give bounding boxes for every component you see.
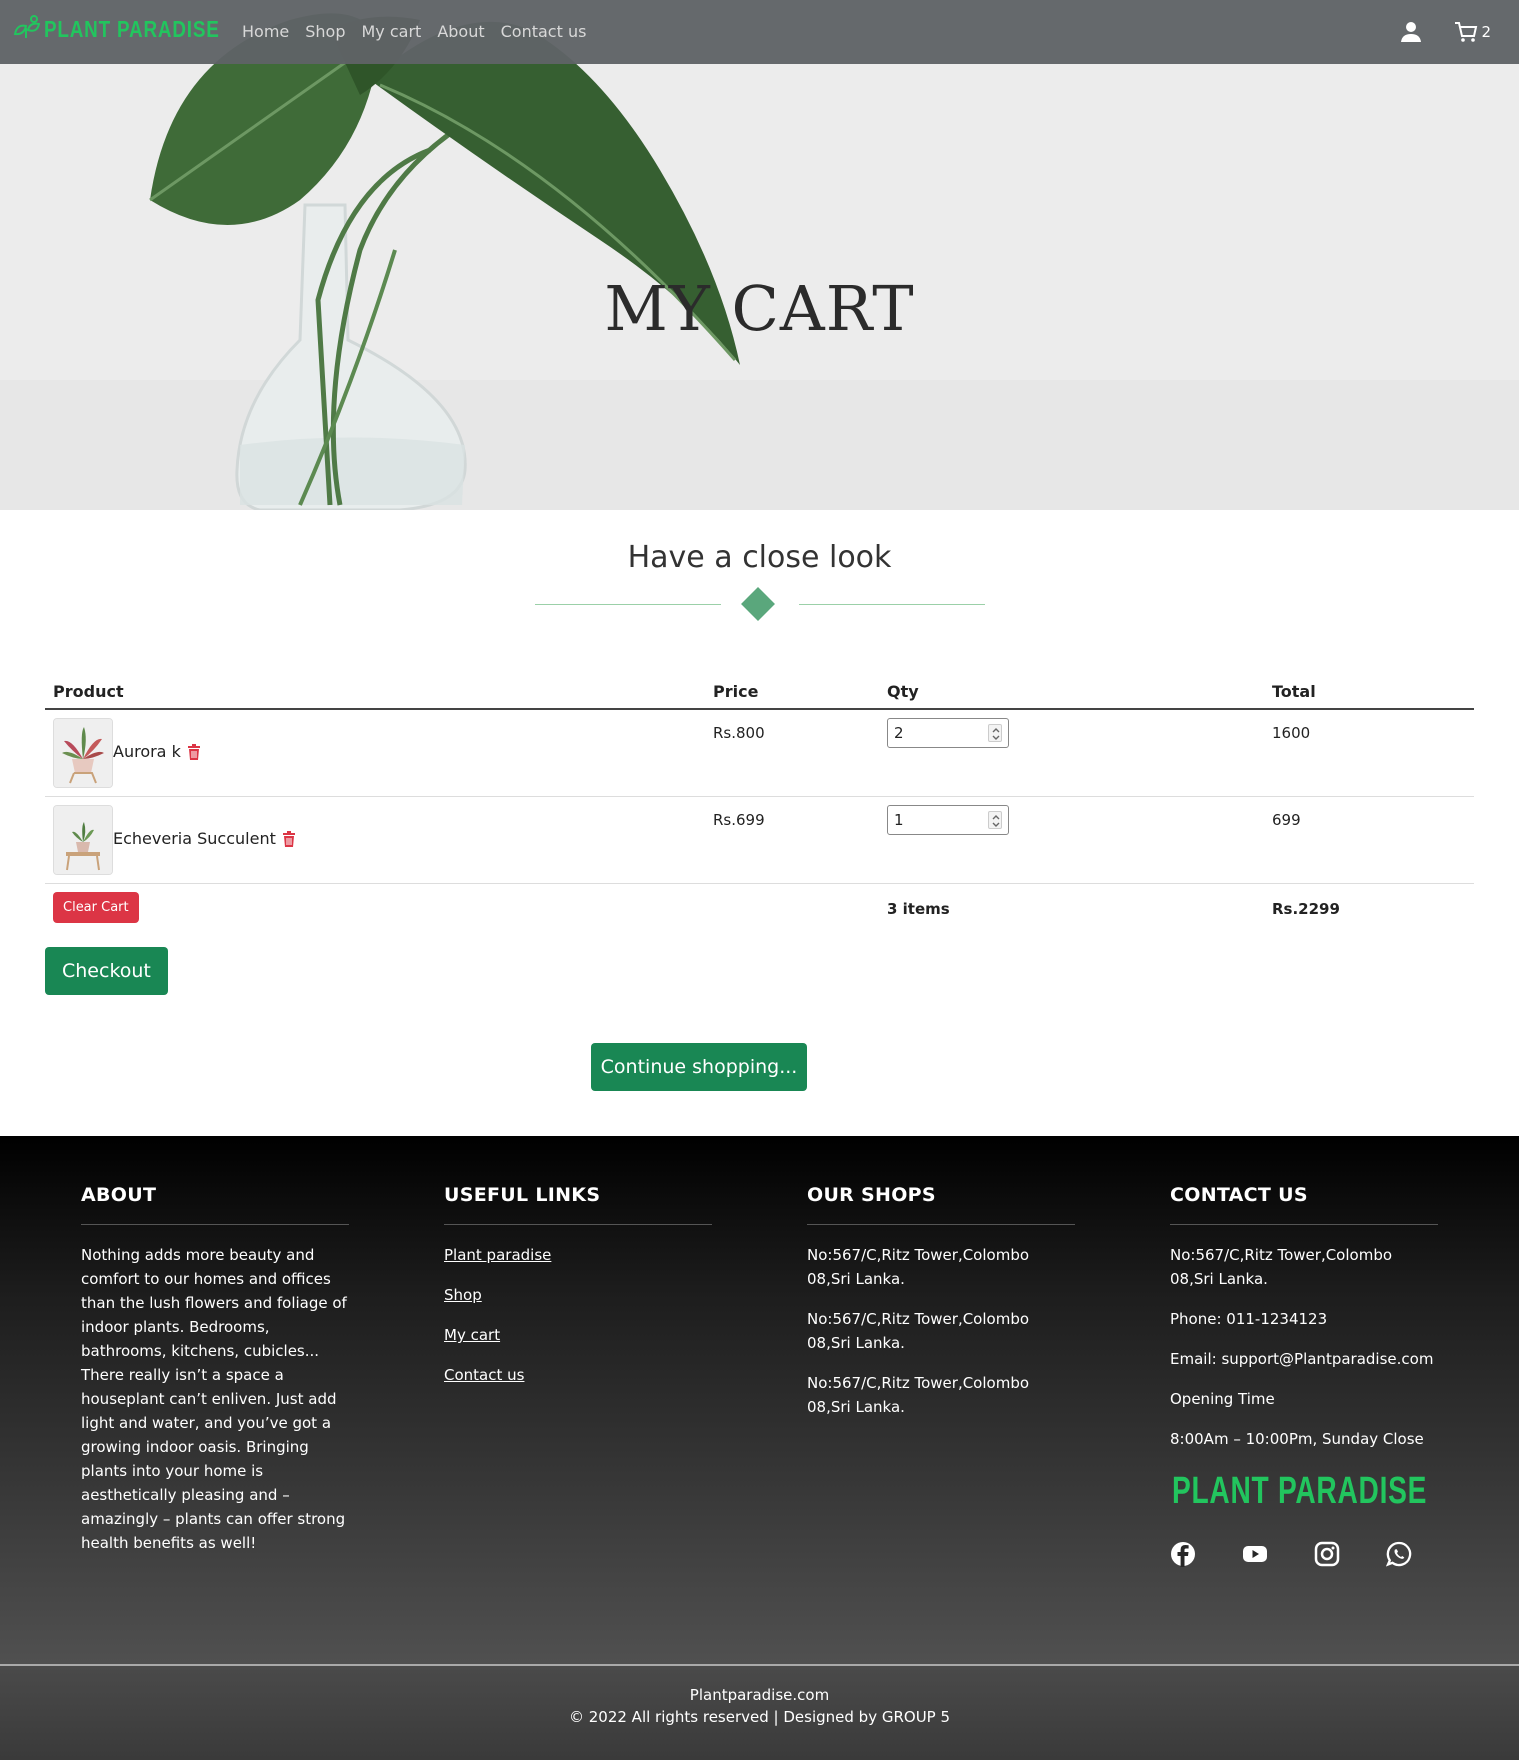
- trash-icon[interactable]: [187, 743, 201, 760]
- quantity-stepper[interactable]: 2: [887, 718, 1009, 748]
- copyright-bar: Plantparadise.com © 2022 All rights rese…: [0, 1664, 1519, 1760]
- table-row: Aurora k Rs.800 2 1600: [45, 710, 1474, 797]
- header-price: Price: [713, 682, 759, 701]
- nav-link-shop[interactable]: Shop: [305, 22, 345, 41]
- checkout-button[interactable]: Checkout: [45, 947, 168, 995]
- footer: ABOUT Nothing adds more beauty and comfo…: [0, 1136, 1519, 1664]
- clear-cart-button[interactable]: Clear Cart: [53, 892, 139, 923]
- header-total: Total: [1272, 682, 1316, 701]
- row-total: 699: [1272, 811, 1301, 829]
- nav-link-contact[interactable]: Contact us: [501, 22, 587, 41]
- header-qty: Qty: [887, 682, 919, 701]
- leaf-logo-icon: [13, 15, 41, 38]
- footer-shops-title: OUR SHOPS: [807, 1184, 1075, 1225]
- brand-logo[interactable]: PLANT PARADISE: [12, 14, 258, 44]
- shop-address: No:567/C,Ritz Tower,Colombo 08,Sri Lanka…: [807, 1374, 1030, 1416]
- cart-icon[interactable]: [1454, 20, 1478, 44]
- footer-shops: OUR SHOPS No:567/C,Ritz Tower,Colombo 08…: [807, 1184, 1075, 1435]
- nav-link-about[interactable]: About: [437, 22, 484, 41]
- product-thumbnail: [53, 805, 113, 875]
- opening-time-label: Opening Time: [1170, 1390, 1275, 1408]
- spinner-arrows-icon[interactable]: [988, 724, 1002, 742]
- nav-link-my-cart[interactable]: My cart: [362, 22, 422, 41]
- divider-line-right: [799, 604, 985, 605]
- copyright-text: © 2022 All rights reserved | Designed by…: [568, 1708, 951, 1726]
- continue-shopping-button[interactable]: Continue shopping...: [591, 1043, 807, 1091]
- whatsapp-icon[interactable]: [1386, 1541, 1412, 1567]
- navbar: PLANT PARADISE Home Shop My cart About C…: [0, 0, 1519, 64]
- cart-table-header: Product Price Qty Total: [45, 670, 1474, 710]
- opening-hours: 8:00Am – 10:00Pm, Sunday Close: [1170, 1430, 1424, 1448]
- hero-title: MY CART: [604, 272, 915, 345]
- cart-item-count: 3 items: [887, 900, 950, 918]
- hero-plant-image: [0, 0, 1519, 510]
- product-price: Rs.699: [713, 811, 765, 829]
- cart-count-badge: 2: [1481, 23, 1491, 41]
- instagram-icon[interactable]: [1314, 1541, 1340, 1567]
- nav-link-home[interactable]: Home: [242, 22, 289, 41]
- potted-plant-image: [54, 719, 112, 787]
- footer-contact: CONTACT US No:567/C,Ritz Tower,Colombo 0…: [1170, 1184, 1438, 1567]
- footer-link-contact[interactable]: Contact us: [444, 1363, 712, 1387]
- social-links: [1170, 1541, 1438, 1567]
- product-price: Rs.800: [713, 724, 765, 742]
- shop-address: No:567/C,Ritz Tower,Colombo 08,Sri Lanka…: [807, 1246, 1030, 1288]
- footer-link-shop[interactable]: Shop: [444, 1283, 712, 1307]
- footer-link-plant-paradise[interactable]: Plant paradise: [444, 1243, 712, 1267]
- facebook-icon[interactable]: [1170, 1541, 1196, 1567]
- footer-links: USEFUL LINKS Plant paradise Shop My cart…: [444, 1184, 712, 1403]
- hero-banner: MY CART: [0, 0, 1519, 510]
- shop-address: No:567/C,Ritz Tower,Colombo 08,Sri Lanka…: [807, 1310, 1030, 1352]
- section-title: Have a close look: [627, 540, 892, 575]
- product-name: Aurora k: [113, 742, 201, 761]
- product-name-label: Aurora k: [113, 742, 181, 761]
- header-product: Product: [53, 682, 124, 701]
- nav-links: Home Shop My cart About Contact us: [242, 22, 602, 41]
- succulent-plant-image: [54, 806, 112, 874]
- quantity-value: 2: [894, 724, 904, 742]
- cart-table: Product Price Qty Total Aurora k Rs.800 …: [45, 670, 1474, 944]
- product-name-label: Echeveria Succulent: [113, 829, 276, 848]
- site-name: Plantparadise.com: [689, 1686, 830, 1704]
- cart-summary: Clear Cart 3 items Rs.2299: [45, 884, 1474, 944]
- contact-phone: Phone: 011-1234123: [1170, 1310, 1328, 1328]
- footer-about-title: ABOUT: [81, 1184, 349, 1225]
- product-thumbnail: [53, 718, 113, 788]
- nav-actions: 2: [1400, 20, 1491, 44]
- youtube-icon[interactable]: [1242, 1541, 1268, 1567]
- divider-line-left: [535, 604, 721, 605]
- footer-about-text: Nothing adds more beauty and comfort to …: [81, 1246, 347, 1552]
- table-row: Echeveria Succulent Rs.699 1 699: [45, 797, 1474, 884]
- cart-grand-total: Rs.2299: [1272, 900, 1340, 918]
- footer-links-title: USEFUL LINKS: [444, 1184, 712, 1225]
- section-divider: [535, 587, 985, 624]
- footer-about: ABOUT Nothing adds more beauty and comfo…: [81, 1184, 349, 1555]
- trash-icon[interactable]: [282, 830, 296, 847]
- contact-email: Email: support@Plantparadise.com: [1170, 1350, 1434, 1368]
- footer-contact-title: CONTACT US: [1170, 1184, 1438, 1225]
- diamond-icon: [741, 587, 775, 621]
- user-icon[interactable]: [1400, 21, 1422, 43]
- product-name: Echeveria Succulent: [113, 829, 296, 848]
- spinner-arrows-icon[interactable]: [988, 811, 1002, 829]
- brand-name: PLANT PARADISE: [44, 15, 220, 42]
- footer-logo: PLANT PARADISE: [1170, 1467, 1438, 1515]
- contact-address: No:567/C,Ritz Tower,Colombo 08,Sri Lanka…: [1170, 1246, 1393, 1288]
- footer-logo-text: PLANT PARADISE: [1172, 1469, 1428, 1512]
- quantity-stepper[interactable]: 1: [887, 805, 1009, 835]
- row-total: 1600: [1272, 724, 1311, 742]
- footer-link-my-cart[interactable]: My cart: [444, 1323, 712, 1347]
- quantity-value: 1: [894, 811, 904, 829]
